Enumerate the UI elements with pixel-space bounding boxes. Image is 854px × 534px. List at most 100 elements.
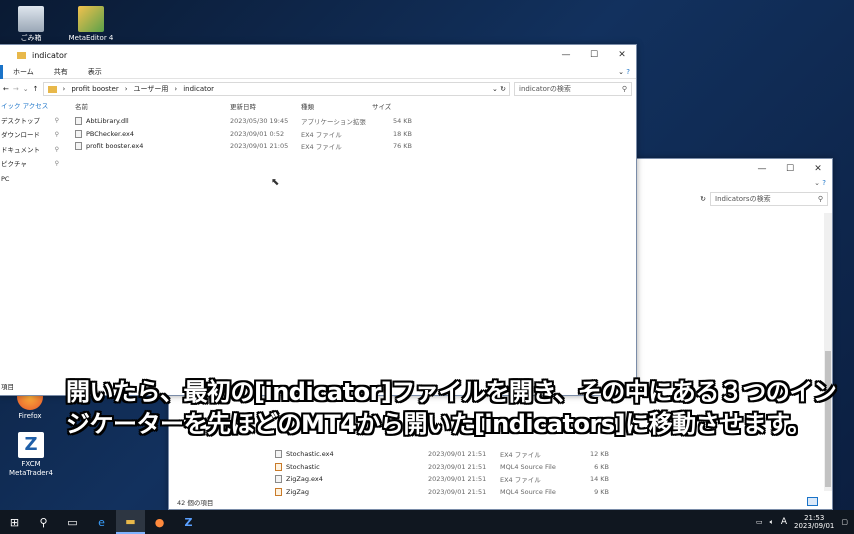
file-size: 12 KB — [589, 450, 609, 459]
up-arrow-icon[interactable]: ↑ — [33, 85, 39, 93]
chevron-down-icon[interactable]: ⌄ — [23, 85, 29, 93]
start-button[interactable]: ⊞ — [0, 510, 29, 534]
title-bar[interactable]: indicator — ☐ ✕ — [0, 45, 636, 65]
forward-arrow-icon[interactable]: → — [13, 85, 19, 93]
file-size: 54 KB — [392, 117, 412, 126]
desktop-icon-recycle-bin[interactable]: ごみ箱 — [1, 6, 61, 43]
file-size: 6 KB — [594, 462, 609, 471]
file-row[interactable]: ZigZag 2023/09/01 21:51 MQL4 Source File 9 … — [275, 486, 609, 499]
address-row: ← → ⌄ ↑ › profit booster › ユーザー用 › indic… — [0, 79, 636, 99]
ime-indicator[interactable]: A — [781, 517, 787, 527]
maximize-button[interactable]: ☐ — [580, 45, 608, 65]
network-icon[interactable]: ▭ — [756, 518, 763, 526]
indicator-explorer-window[interactable]: indicator — ☐ ✕ ホーム 共有 表示 ⌄ ? ← → ⌄ ↑ › … — [0, 44, 637, 396]
refresh-icon[interactable]: ↻ — [700, 195, 706, 203]
pin-icon: ⚲ — [54, 160, 59, 167]
column-headers: 名前 更新日時 種類 サイズ — [75, 99, 435, 113]
nav-item[interactable]: イック アクセス — [0, 99, 63, 114]
desktop-icon-metaeditor[interactable]: MetaEditor 4 — [61, 6, 121, 43]
vertical-scrollbar[interactable] — [824, 213, 832, 491]
file-type: EX4 ファイル — [301, 130, 342, 139]
file-row[interactable]: ZigZag.ex4 2023/09/01 21:51 EX4 ファイル 14 KB — [275, 473, 609, 486]
column-header-size[interactable]: サイズ — [372, 101, 412, 111]
file-type: EX4 ファイル — [500, 476, 541, 485]
file-type: EX4 ファイル — [301, 143, 342, 152]
mouse-cursor-icon: ⬉ — [271, 177, 280, 188]
edge-icon[interactable]: e — [87, 510, 116, 534]
task-view-button[interactable]: ▭ — [58, 510, 87, 534]
column-header-type[interactable]: 種類 — [301, 101, 372, 111]
help-icon[interactable]: ? — [822, 179, 826, 187]
nav-item[interactable]: ダウンロード ⚲ — [0, 128, 63, 143]
nav-item[interactable]: ドキュメント ⚲ — [0, 143, 63, 158]
file-date: 2023/09/01 21:51 — [428, 450, 487, 459]
search-button[interactable]: ⚲ — [29, 510, 58, 534]
file-list: Stochastic.ex4 2023/09/01 21:51 EX4 ファイル 12… — [275, 448, 609, 498]
close-button[interactable]: ✕ — [608, 45, 636, 65]
minimize-button[interactable]: — — [748, 159, 776, 179]
desktop-icon-label: FXCM MetaTrader4 — [9, 460, 53, 477]
nav-item-label: ピクチャ — [1, 160, 27, 168]
tab-home[interactable]: ホーム — [3, 65, 44, 79]
fxcm-mt4-icon: Z — [18, 432, 44, 458]
file-name: Stochastic.ex4 — [286, 450, 334, 459]
breadcrumb-item[interactable]: ユーザー用 — [134, 84, 169, 94]
fxcm-mt4-taskbar-icon[interactable]: Z — [174, 510, 203, 534]
nav-item[interactable]: PC — [0, 172, 63, 187]
minimize-button[interactable]: — — [552, 45, 580, 65]
column-header-date[interactable]: 更新日時 — [230, 101, 301, 111]
nav-item-label: PC — [1, 174, 10, 183]
navigation-pane: イック アクセス デスクトップ ⚲ ダウンロード ⚲ ドキュメント ⚲ ピクチャ ⚲ PC — [0, 99, 63, 186]
file-type: MQL4 Source File — [500, 462, 556, 471]
file-name: Stochastic — [286, 462, 320, 471]
desktop-icon-fxcm-mt4[interactable]: Z FXCM MetaTrader4 — [1, 432, 61, 478]
search-input[interactable]: indicatorの検索 ⚲ — [514, 82, 632, 96]
nav-item-label: ドキュメント — [1, 145, 40, 154]
file-row[interactable]: profit booster.ex4 2023/09/01 21:05 EX4 ファ… — [75, 140, 435, 153]
recycle-bin-icon — [18, 6, 44, 32]
file-row[interactable]: Stochastic 2023/09/01 21:51 MQL4 Source Fi… — [275, 461, 609, 474]
maximize-button[interactable]: ☐ — [776, 159, 804, 179]
volume-icon[interactable]: 🔈︎ — [770, 518, 774, 527]
breadcrumb-item[interactable]: indicator — [183, 85, 214, 93]
nav-footer: 項目 — [1, 383, 14, 391]
desktop: { "desktop": { "icons": [ {"label": "ごみ箱… — [0, 0, 854, 534]
chevron-down-icon[interactable]: ⌄ — [618, 68, 624, 76]
file-date: 2023/09/01 21:51 — [428, 475, 487, 484]
file-icon — [275, 462, 282, 471]
file-icon — [75, 117, 82, 126]
search-input[interactable]: Indicatorsの検索 ⚲ — [710, 192, 828, 206]
address-bar[interactable]: › profit booster › ユーザー用 › indicator ⌄ ↻ — [42, 82, 510, 96]
file-name: profit booster.ex4 — [86, 142, 144, 151]
file-explorer-icon[interactable]: ▬ — [116, 510, 145, 534]
tab-share[interactable]: 共有 — [44, 65, 78, 79]
column-header-name[interactable]: 名前 — [75, 101, 230, 111]
chevron-down-icon[interactable]: ⌄ — [492, 85, 498, 93]
nav-item[interactable]: デスクトップ ⚲ — [0, 114, 63, 129]
status-bar: 42 個の項目 — [177, 499, 214, 507]
file-row[interactable]: Stochastic.ex4 2023/09/01 21:51 EX4 ファイル 12… — [275, 448, 609, 461]
notification-icon[interactable]: ▢ — [841, 518, 848, 526]
firefox-taskbar-icon[interactable]: ● — [145, 510, 174, 534]
tab-view[interactable]: 表示 — [78, 65, 112, 79]
nav-item-label: イック アクセス — [1, 102, 49, 110]
window-title: indicator — [32, 50, 68, 60]
breadcrumb-separator: › — [124, 85, 128, 93]
breadcrumb-item[interactable]: profit booster — [71, 85, 118, 93]
metaeditor-icon — [78, 6, 104, 32]
clock[interactable]: 21:53 2023/09/01 — [794, 514, 834, 530]
file-row[interactable]: AbtLibrary.dll 2023/05/30 19:45 アプリケーション拡張… — [75, 115, 435, 128]
back-arrow-icon[interactable]: ← — [3, 85, 9, 93]
file-list: 名前 更新日時 種類 サイズ AbtLibrary.dll 2023/05/30 … — [75, 99, 435, 153]
file-icon — [75, 142, 82, 151]
file-date: 2023/09/01 0:52 — [230, 129, 285, 138]
folder-icon — [47, 85, 57, 93]
file-date: 2023/05/30 19:45 — [230, 117, 289, 126]
refresh-icon[interactable]: ↻ — [500, 85, 506, 93]
nav-item[interactable]: ピクチャ ⚲ — [0, 157, 63, 172]
close-button[interactable]: ✕ — [804, 159, 832, 179]
chevron-down-icon[interactable]: ⌄ — [814, 179, 820, 187]
help-icon[interactable]: ? — [626, 68, 630, 76]
details-view-icon[interactable] — [807, 497, 818, 506]
file-row[interactable]: PBChecker.ex4 2023/09/01 0:52 EX4 ファイル 18 K… — [75, 128, 435, 141]
